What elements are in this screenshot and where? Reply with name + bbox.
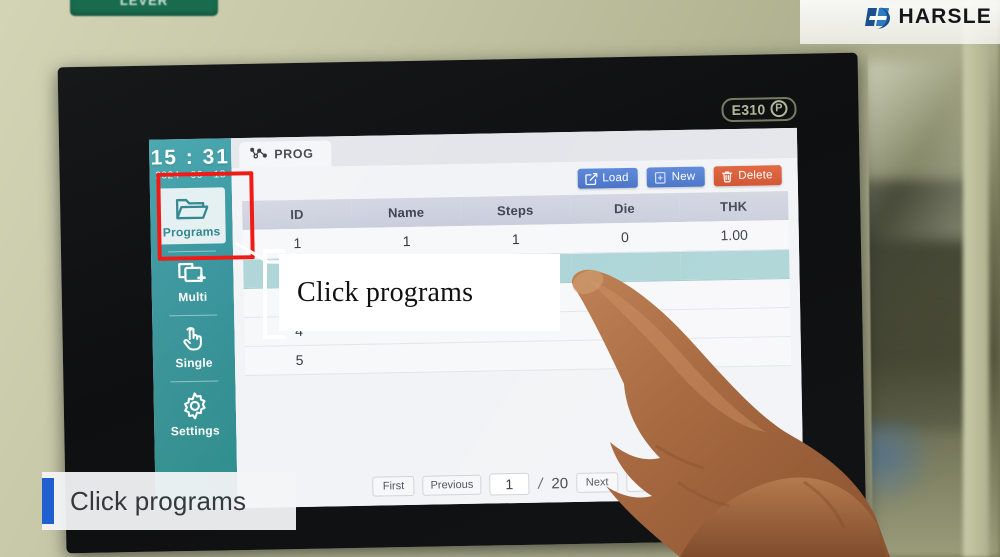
pagination-page-input[interactable]: 1 [489,472,530,496]
pagination-separator: / [538,475,543,493]
new-button-label: New [671,170,696,184]
screenshot-stage: LEVER E310 P 15 : 31 2024 - 06 - 18 Prog… [0,0,1000,557]
delete-button-label: Delete [738,169,773,182]
clock-time: 15 : 31 [150,145,231,170]
monitor-p-mark-icon: P [770,100,788,118]
multi-window-plus-icon [176,261,208,288]
sidebar-divider-3 [170,380,219,383]
background-pillar-right [963,0,989,557]
brand-logo: HARSLE [865,3,992,31]
tab-prog[interactable]: PROG [239,140,332,169]
machine-green-label-text: LEVER [119,0,169,8]
caption-text: Click programs [70,485,247,516]
column-header-name[interactable]: Name [351,197,461,229]
sidebar-divider-2 [169,314,218,317]
callout-box: Click programs [279,254,560,331]
column-header-die[interactable]: Die [569,193,680,225]
sidebar-item-single[interactable]: Single [159,318,228,374]
new-file-icon [654,171,667,184]
pointing-hand [571,269,890,557]
sidebar-item-label-single: Single [175,355,213,371]
caption-accent-bar [42,478,54,524]
cell-steps [463,339,573,371]
sidebar-item-label-settings: Settings [170,423,220,439]
monitor-model-badge: E310 P [721,96,797,123]
trash-icon [720,170,733,183]
pagination-first-button[interactable]: First [372,475,415,497]
cell-name [353,341,464,373]
graph-node-icon [250,146,267,163]
harsle-h-mark-icon [865,7,891,29]
sidebar-item-settings[interactable]: Settings [160,384,229,442]
cell-die: 0 [570,222,680,254]
programs-highlight-box [156,171,255,261]
cell-id: 5 [244,343,355,375]
monitor-model-text: E310 [731,100,766,118]
caption-bar-background: Click programs [42,472,296,530]
cell-steps: 1 [460,224,571,256]
new-button[interactable]: New [646,166,705,188]
callout-text: Click programs [297,276,474,308]
column-header-id[interactable]: ID [242,199,352,231]
sidebar-item-multi[interactable]: Multi [158,254,227,308]
cell-name: 1 [351,226,462,258]
column-header-thk[interactable]: THK [678,191,789,223]
cell-thk: 1.00 [679,220,790,251]
load-button[interactable]: Load [577,167,638,189]
machine-green-label: LEVER [70,0,218,16]
tab-prog-label: PROG [274,146,314,162]
hand-tap-icon [178,325,209,354]
gear-icon [180,391,211,422]
sidebar-item-label-multi: Multi [178,289,208,305]
column-header-steps[interactable]: Steps [460,195,571,227]
delete-button[interactable]: Delete [713,165,782,187]
brand-logo-text: HARSLE [898,5,992,28]
load-button-label: Load [602,171,629,185]
load-icon [584,172,597,185]
pagination-previous-button[interactable]: Previous [422,474,482,496]
